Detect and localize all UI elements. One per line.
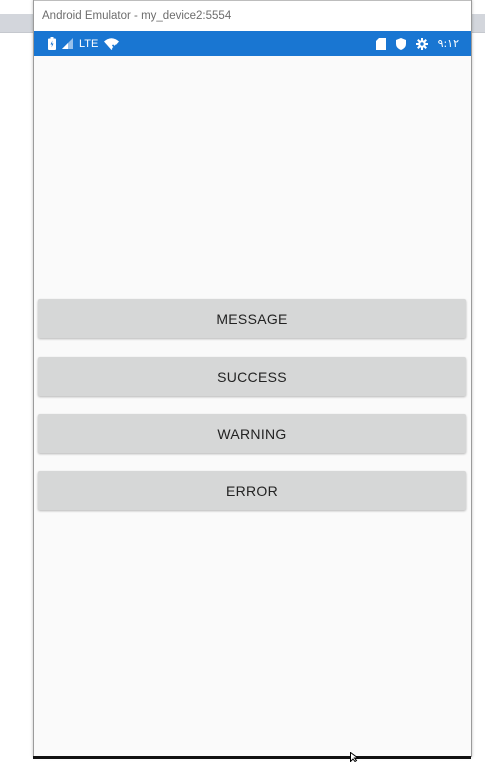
emulator-window: Android Emulator - my_device2:5554 LTE ٩…: [33, 0, 472, 757]
status-clock: ٩:١٢: [437, 37, 459, 50]
success-button[interactable]: SUCCESS: [38, 357, 466, 396]
battery-icon: [48, 37, 56, 50]
status-left-group: LTE: [48, 37, 125, 50]
wifi-off-icon: [104, 37, 120, 50]
window-titlebar[interactable]: Android Emulator - my_device2:5554: [34, 0, 471, 31]
android-status-bar: LTE ٩:١٢: [34, 31, 471, 56]
status-right-group: ٩:١٢: [366, 37, 459, 50]
error-button[interactable]: ERROR: [38, 471, 466, 510]
background-window-strip: [0, 14, 34, 33]
network-type-label: LTE: [79, 37, 99, 50]
background-window-strip: [471, 14, 485, 33]
window-title: Android Emulator - my_device2:5554: [42, 10, 232, 22]
shield-icon: [395, 37, 406, 50]
mouse-cursor-icon: [350, 749, 362, 767]
message-button[interactable]: MESSAGE: [38, 299, 466, 338]
signal-icon: [62, 38, 73, 49]
sd-card-icon: [375, 37, 386, 50]
warning-button[interactable]: WARNING: [38, 414, 466, 453]
gear-icon: [415, 37, 428, 50]
app-content: MESSAGE SUCCESS WARNING ERROR: [34, 56, 471, 756]
